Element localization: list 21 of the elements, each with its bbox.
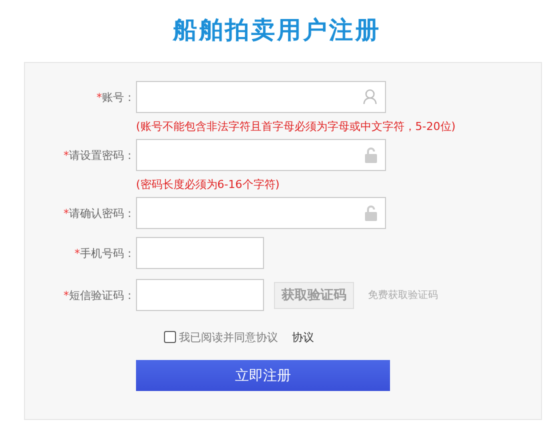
input-field[interactable] <box>136 279 264 311</box>
field-label: *账号： <box>96 90 135 104</box>
user-icon <box>363 89 377 105</box>
code-note: 免费获取验证码 <box>368 288 438 302</box>
input-field[interactable] <box>136 81 386 113</box>
field-label: *短信验证码： <box>62 288 135 302</box>
input-field[interactable] <box>136 139 386 171</box>
field-label: *请确认密码： <box>62 206 135 220</box>
input-field[interactable] <box>136 237 264 269</box>
agree-label: 我已阅读并同意协议 <box>179 330 278 344</box>
lock-icon <box>365 147 377 163</box>
page-title: 船舶拍卖用户注册 <box>173 15 381 46</box>
agreement-link[interactable]: 协议 <box>292 330 314 344</box>
field-label: *手机号码： <box>74 246 135 260</box>
register-button[interactable]: 立即注册 <box>136 360 390 391</box>
field-hint: (密码长度必须为6-16个字符) <box>136 176 280 192</box>
agree-checkbox[interactable] <box>164 331 176 343</box>
input-field[interactable] <box>136 197 386 229</box>
lock-icon <box>365 205 377 221</box>
field-label: *请设置密码： <box>62 148 135 162</box>
field-hint: (账号不能包含非法字符且首字母必须为字母或中文字符，5-20位) <box>136 118 456 134</box>
